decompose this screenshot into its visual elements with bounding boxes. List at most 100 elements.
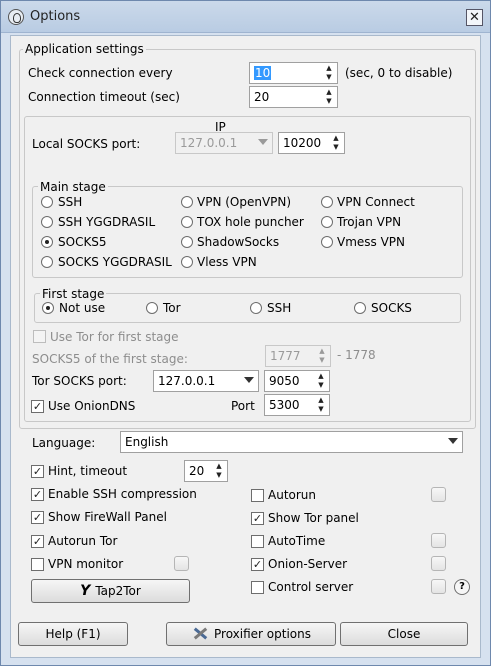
radio-ssh[interactable]: [41, 196, 53, 208]
onion-dns-port-spinner[interactable]: 5300 ▲ ▼: [264, 394, 330, 416]
autorun-tor-label[interactable]: Autorun Tor: [48, 534, 117, 548]
chevron-down-icon: [258, 139, 268, 145]
spin-arrows-icon[interactable]: ▲ ▼: [315, 396, 327, 414]
enable-ssh-compression-label[interactable]: Enable SSH compression: [48, 487, 197, 501]
tor-port-value: 9050: [269, 374, 300, 388]
radio-trojan-vpn[interactable]: [321, 216, 333, 228]
radio-tox-hole-puncher[interactable]: [181, 216, 193, 228]
spin-arrows-icon[interactable]: ▲ ▼: [323, 64, 335, 82]
autotime-checkbox[interactable]: [251, 535, 264, 548]
radio-first-tor[interactable]: [146, 302, 158, 314]
use-tor-first-label: Use Tor for first stage: [50, 330, 179, 344]
language-value: English: [125, 435, 169, 449]
radio-vless-vpn[interactable]: [181, 256, 193, 268]
show-tor-panel-checkbox[interactable]: ✓: [251, 512, 264, 525]
autorun-checkbox[interactable]: [251, 489, 264, 502]
radio-ssh-yggdrasil-label[interactable]: SSH YGGDRASIL: [58, 215, 155, 229]
radio-ssh-label[interactable]: SSH: [58, 195, 82, 209]
use-onion-dns-label[interactable]: Use OnionDNS: [48, 399, 135, 413]
tor-socks-port-label: Tor SOCKS port:: [32, 374, 127, 388]
spin-arrows-icon[interactable]: ▲ ▼: [315, 372, 327, 390]
use-onion-dns-checkbox[interactable]: ✓: [31, 400, 44, 413]
onion-server-settings-button[interactable]: [431, 556, 446, 571]
radio-first-ssh-label[interactable]: SSH: [267, 301, 291, 315]
enable-ssh-compression-checkbox[interactable]: ✓: [31, 488, 44, 501]
autorun-settings-button[interactable]: [431, 487, 446, 502]
chevron-down-icon[interactable]: [244, 377, 254, 383]
connection-timeout-spinner[interactable]: 20 ▲ ▼: [249, 86, 338, 108]
show-tor-panel-label[interactable]: Show Tor panel: [268, 511, 359, 525]
connection-timeout-label: Connection timeout (sec): [28, 90, 180, 104]
spin-arrows-icon[interactable]: ▲ ▼: [213, 462, 225, 480]
radio-vmess-vpn[interactable]: [321, 236, 333, 248]
socks5-first-stage-label: SOCKS5 of the first stage:: [32, 352, 188, 366]
radio-socks5-label[interactable]: SOCKS5: [58, 235, 107, 249]
y-logo-icon: Y: [80, 583, 91, 599]
radio-socks5[interactable]: [41, 236, 53, 248]
autotime-label[interactable]: AutoTime: [268, 534, 325, 548]
radio-ssh-yggdrasil[interactable]: [41, 216, 53, 228]
radio-socks-yggdrasil[interactable]: [41, 256, 53, 268]
tools-icon: [191, 626, 209, 640]
radio-shadowsocks-label[interactable]: ShadowSocks: [197, 235, 279, 249]
control-server-label[interactable]: Control server: [268, 580, 353, 594]
hint-timeout-label[interactable]: Hint, timeout: [48, 464, 127, 478]
radio-vpn-openvpn[interactable]: [181, 196, 193, 208]
options-window: Options ✕ Application settings Check con…: [0, 0, 491, 666]
hint-timeout-checkbox[interactable]: ✓: [31, 465, 44, 478]
proxifier-options-button[interactable]: Proxifier options: [166, 622, 336, 646]
help-question-icon[interactable]: ?: [454, 579, 470, 595]
radio-tox-hole-puncher-label[interactable]: TOX hole puncher: [197, 215, 304, 229]
vpn-monitor-label[interactable]: VPN monitor: [48, 557, 123, 571]
show-firewall-panel-label[interactable]: Show FireWall Panel: [48, 510, 167, 524]
main-stage-legend: Main stage: [38, 180, 108, 194]
local-port-spinner[interactable]: 10200 ▲ ▼: [278, 132, 345, 154]
proxifier-options-label: Proxifier options: [214, 627, 311, 641]
application-settings-legend: Application settings: [23, 42, 146, 56]
radio-first-socks-label[interactable]: SOCKS: [371, 301, 412, 315]
check-connection-label: Check connection every: [28, 66, 173, 80]
spin-arrows-icon[interactable]: ▲ ▼: [330, 134, 342, 152]
onion-dns-port-label: Port: [231, 399, 255, 413]
autorun-label[interactable]: Autorun: [268, 488, 316, 502]
hint-timeout-spinner[interactable]: 20 ▲ ▼: [184, 460, 228, 482]
tor-ip-select[interactable]: 127.0.0.1: [153, 370, 259, 392]
radio-trojan-vpn-label[interactable]: Trojan VPN: [337, 215, 401, 229]
radio-first-tor-label[interactable]: Tor: [163, 301, 181, 315]
onion-server-checkbox[interactable]: ✓: [251, 558, 264, 571]
tor-port-spinner[interactable]: 9050 ▲ ▼: [264, 370, 330, 392]
socks5-first-port-spinner: 1777 ▲ ▼: [265, 345, 331, 367]
help-button-label: Help (F1): [45, 627, 101, 641]
radio-first-socks[interactable]: [354, 302, 366, 314]
tap2tor-button[interactable]: Y Tap2Tor: [31, 579, 190, 603]
close-window-button[interactable]: ✕: [466, 9, 483, 26]
chevron-down-icon[interactable]: [448, 438, 458, 444]
radio-vless-vpn-label[interactable]: Vless VPN: [197, 255, 257, 269]
language-select[interactable]: English: [120, 431, 463, 453]
radio-first-not-use[interactable]: [42, 302, 54, 314]
close-button[interactable]: Close: [340, 622, 468, 646]
radio-vpn-openvpn-label[interactable]: VPN (OpenVPN): [197, 195, 291, 209]
autotime-settings-button[interactable]: [431, 533, 446, 548]
title-bar: Options ✕: [1, 1, 490, 33]
window-title: Options: [30, 9, 81, 24]
radio-socks-yggdrasil-label[interactable]: SOCKS YGGDRASIL: [58, 255, 172, 269]
spin-arrows-icon: ▲ ▼: [319, 347, 325, 364]
control-server-settings-button[interactable]: [431, 579, 446, 594]
autorun-tor-checkbox[interactable]: ✓: [31, 535, 44, 548]
radio-vpn-connect-label[interactable]: VPN Connect: [337, 195, 415, 209]
radio-vmess-vpn-label[interactable]: Vmess VPN: [337, 235, 405, 249]
help-button[interactable]: Help (F1): [18, 622, 128, 646]
socks5-first-port-value: 1777: [270, 349, 301, 363]
spin-arrows-icon[interactable]: ▲ ▼: [323, 88, 335, 106]
vpn-monitor-settings-button[interactable]: [174, 556, 189, 571]
control-server-checkbox[interactable]: [251, 581, 264, 594]
radio-shadowsocks[interactable]: [181, 236, 193, 248]
show-firewall-panel-checkbox[interactable]: ✓: [31, 511, 44, 524]
onion-server-label[interactable]: Onion-Server: [268, 557, 347, 571]
vpn-monitor-checkbox[interactable]: [31, 558, 44, 571]
radio-first-not-use-label[interactable]: Not use: [59, 301, 105, 315]
check-connection-spinner[interactable]: 10 ▲ ▼: [249, 62, 338, 84]
radio-first-ssh[interactable]: [250, 302, 262, 314]
radio-vpn-connect[interactable]: [321, 196, 333, 208]
